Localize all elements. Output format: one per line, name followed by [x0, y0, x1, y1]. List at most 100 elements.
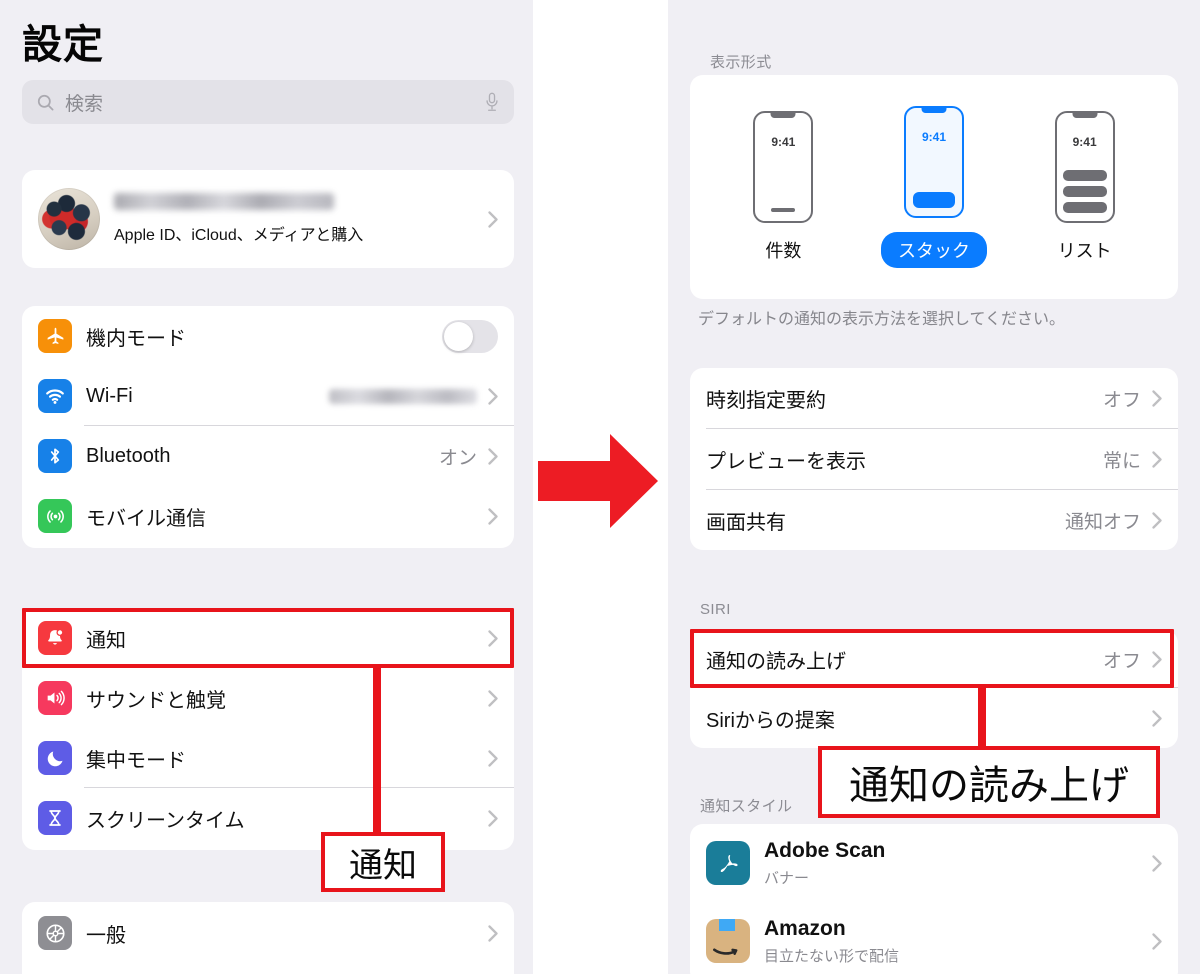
chevron-right-icon — [488, 387, 498, 405]
notification-settings-card: 時刻指定要約 オフ プレビューを表示 常に 画面共有 通知オフ — [690, 368, 1178, 550]
callout-label-notifications: 通知 — [321, 832, 445, 892]
apple-id-text: Apple ID、iCloud、メディアと購入 — [114, 193, 363, 245]
count-indicator — [771, 208, 796, 212]
moon-icon — [38, 741, 72, 775]
callout-label-announce-notifications: 通知の読み上げ — [818, 746, 1160, 818]
apple-id-row[interactable]: Apple ID、iCloud、メディアと購入 — [22, 170, 514, 268]
wifi-icon — [38, 379, 72, 413]
highlight-box-notifications — [22, 608, 514, 668]
row-wifi[interactable]: Wi-Fi — [22, 366, 514, 426]
stack-indicator — [912, 192, 955, 208]
settings-left-panel: 設定 検索 Apple ID、iCloud、メディアと購入 機内モード Wi-F… — [0, 0, 533, 974]
chevron-right-icon — [1152, 932, 1162, 950]
gear-icon — [38, 916, 72, 950]
row-app-amazon[interactable]: Amazon 目立たない形で配信 — [690, 902, 1178, 974]
display-option-stack[interactable]: 9:41 スタック — [873, 106, 995, 268]
avatar — [38, 188, 100, 250]
airplane-mode-toggle[interactable] — [442, 319, 498, 353]
connectivity-card: 機内モード Wi-Fi Bluetooth オン モバイル通信 — [22, 306, 514, 548]
row-label: プレビューを表示 — [706, 451, 866, 473]
page-title: 設定 — [22, 23, 104, 67]
general-group-card: 一般 — [22, 902, 514, 974]
row-general[interactable]: 一般 — [22, 902, 514, 964]
row-show-previews[interactable]: プレビューを表示 常に — [690, 429, 1178, 490]
chevron-right-icon — [488, 809, 498, 827]
apple-id-card[interactable]: Apple ID、iCloud、メディアと購入 — [22, 170, 514, 268]
app-text: Adobe Scan バナー — [764, 839, 885, 888]
phone-notch — [921, 107, 947, 113]
chevron-right-icon — [1152, 511, 1162, 529]
display-option-label: スタック — [880, 232, 987, 268]
search-icon — [37, 94, 54, 110]
phone-time: 9:41 — [1072, 135, 1097, 149]
app-name: Amazon — [764, 916, 846, 940]
chevron-right-icon — [1152, 709, 1162, 727]
speaker-icon — [38, 681, 72, 715]
row-label: スクリーンタイム — [86, 809, 245, 832]
row-value: オフ — [1102, 390, 1141, 411]
row-screen-sharing[interactable]: 画面共有 通知オフ — [690, 490, 1178, 550]
wifi-network-redacted — [329, 388, 477, 404]
notifications-right-panel: 表示形式 9:41 件数 9:41 スタック 9:41 リスト デフォルトの通知… — [668, 0, 1200, 974]
row-scheduled-summary[interactable]: 時刻指定要約 オフ — [690, 368, 1178, 429]
row-label: Siriからの提案 — [706, 709, 835, 732]
highlight-box-announce-notifications — [690, 629, 1174, 688]
chevron-right-icon — [488, 689, 498, 707]
row-label: Wi-Fi — [86, 384, 133, 407]
app-status: バナー — [764, 869, 810, 887]
callout-connector-right — [978, 686, 986, 750]
bluetooth-icon — [38, 439, 72, 473]
display-option-label: 件数 — [765, 241, 802, 261]
phone-preview-stack: 9:41 — [903, 106, 964, 218]
siri-section-caption: SIRI — [700, 601, 731, 618]
toggle-knob — [444, 321, 473, 351]
phone-time: 9:41 — [771, 135, 796, 149]
display-style-footnote: デフォルトの通知の表示方法を選択してください。 — [698, 311, 1066, 328]
search-input[interactable]: 検索 — [22, 80, 514, 124]
phone-preview-count: 9:41 — [753, 111, 814, 223]
phone-notch — [770, 112, 796, 118]
phone-preview-list: 9:41 — [1054, 111, 1115, 223]
airplane-icon — [38, 319, 72, 353]
chevron-right-icon — [488, 447, 498, 465]
row-label: 画面共有 — [706, 511, 786, 534]
app-text: Amazon 目立たない形で配信 — [764, 917, 899, 966]
row-label: 時刻指定要約 — [706, 390, 826, 412]
display-option-list[interactable]: 9:41 リスト — [1024, 111, 1146, 263]
chevron-right-icon — [1152, 451, 1162, 468]
adobe-scan-icon — [706, 841, 750, 885]
display-option-count[interactable]: 9:41 件数 — [722, 111, 844, 263]
row-app-adobe-scan[interactable]: Adobe Scan バナー — [690, 824, 1178, 902]
chevron-right-icon — [488, 749, 498, 767]
callout-connector-left — [373, 666, 381, 836]
right-arrow-icon — [538, 434, 658, 528]
phone-time: 9:41 — [921, 130, 946, 144]
row-label: Bluetooth — [86, 444, 171, 467]
chevron-right-icon — [1152, 854, 1162, 872]
row-label: 集中モード — [86, 749, 186, 772]
display-option-label: リスト — [1057, 241, 1112, 261]
amazon-icon — [706, 919, 750, 963]
apple-id-subtitle: Apple ID、iCloud、メディアと購入 — [114, 227, 364, 244]
display-style-caption: 表示形式 — [710, 54, 772, 71]
microphone-icon[interactable] — [484, 91, 500, 113]
row-focus-mode[interactable]: 集中モード — [22, 728, 514, 788]
account-name-redacted — [114, 193, 334, 210]
app-status: 目立たない形で配信 — [764, 947, 900, 965]
app-name: Adobe Scan — [764, 838, 886, 862]
row-sounds-haptics[interactable]: サウンドと触覚 — [22, 668, 514, 728]
row-siri-suggestions[interactable]: Siriからの提案 — [690, 688, 1178, 748]
row-bluetooth[interactable]: Bluetooth オン — [22, 426, 514, 486]
row-label: モバイル通信 — [86, 507, 206, 530]
row-label: 機内モード — [86, 327, 186, 350]
chevron-right-icon — [488, 210, 498, 228]
row-cellular[interactable]: モバイル通信 — [22, 486, 514, 546]
row-value: 常に — [1102, 451, 1141, 472]
row-airplane-mode[interactable]: 機内モード — [22, 306, 514, 366]
chevron-right-icon — [488, 507, 498, 525]
list-indicator — [1062, 170, 1107, 213]
row-value: オン — [438, 447, 477, 469]
row-label: サウンドと触覚 — [86, 689, 226, 712]
chevron-right-icon — [1152, 390, 1162, 407]
chevron-right-icon — [488, 924, 498, 942]
